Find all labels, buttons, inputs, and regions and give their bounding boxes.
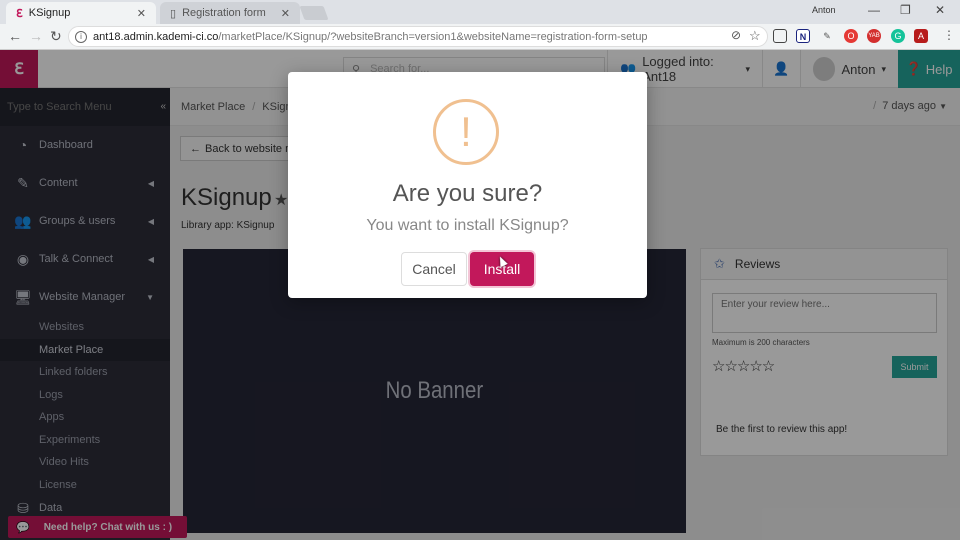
- close-icon[interactable]: ✕: [137, 7, 146, 20]
- browser-toolbar: ← → ↻ i ant18.admin.kademi-ci.co/marketP…: [0, 24, 960, 50]
- window-user: Anton: [812, 5, 836, 15]
- new-tab-button[interactable]: [299, 6, 329, 20]
- grammarly-icon[interactable]: G: [891, 29, 905, 43]
- forward-arrow-icon[interactable]: →: [29, 28, 43, 44]
- modal-text: You want to install KSignup?: [366, 217, 569, 234]
- minimize-icon[interactable]: —: [868, 3, 880, 17]
- tab-title: KSignup: [28, 7, 71, 19]
- tab-ksignup[interactable]: ℇ KSignup ✕: [6, 2, 156, 24]
- modal-title: Are you sure?: [392, 180, 543, 207]
- pen-icon[interactable]: ✎: [820, 29, 834, 43]
- url-path: /marketPlace/KSignup/?websiteBranch=vers…: [218, 30, 648, 43]
- url-host: ant18.admin.kademi-ci.co: [93, 30, 219, 43]
- bookmark-star-icon[interactable]: ☆: [749, 28, 761, 44]
- cast-icon[interactable]: [773, 29, 787, 43]
- confirm-install-modal: ! Are you sure? You want to install KSig…: [288, 72, 647, 298]
- address-bar[interactable]: i ant18.admin.kademi-ci.co/marketPlace/K…: [68, 26, 768, 47]
- cancel-button[interactable]: Cancel: [401, 252, 467, 286]
- menu-icon[interactable]: ⋮: [943, 28, 955, 42]
- warning-icon: !: [433, 99, 499, 165]
- tab-registration-form[interactable]: ▯ Registration form ✕: [160, 2, 300, 24]
- back-arrow-icon[interactable]: ←: [8, 28, 22, 44]
- browser-tab-bar: ℇ KSignup ✕ ▯ Registration form ✕ Anton …: [0, 0, 960, 24]
- blocked-icon[interactable]: ⊘: [731, 28, 741, 42]
- page-icon: ▯: [170, 7, 177, 20]
- reload-icon[interactable]: ↻: [50, 28, 62, 45]
- tab-title: Registration form: [182, 7, 266, 19]
- yab-icon[interactable]: YAB: [867, 29, 881, 43]
- window-close-icon[interactable]: ✕: [935, 3, 945, 17]
- kademi-favicon-icon: ℇ: [16, 7, 23, 20]
- n-icon[interactable]: N: [796, 29, 810, 43]
- restore-icon[interactable]: ❐: [900, 3, 911, 17]
- info-icon[interactable]: i: [75, 30, 87, 43]
- opera-icon[interactable]: O: [844, 29, 858, 43]
- pdf-icon[interactable]: A: [914, 29, 928, 43]
- close-icon[interactable]: ✕: [281, 7, 290, 20]
